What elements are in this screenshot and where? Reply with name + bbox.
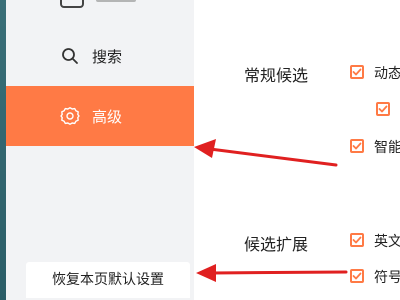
arrow-to-restore-defaults — [196, 264, 348, 282]
arrow-to-advanced — [194, 139, 338, 167]
gear-icon — [60, 106, 80, 126]
option-label-smart: 智能 — [374, 140, 400, 156]
check-icon — [352, 68, 362, 76]
option-label-english: 英文 — [374, 234, 400, 250]
sidebar-item-search[interactable]: 搜索 — [6, 26, 194, 86]
check-icon — [352, 272, 362, 280]
section-title-candidate-extension: 候选扩展 — [244, 235, 309, 254]
option-label-symbol: 符号 — [374, 270, 400, 286]
search-icon — [60, 46, 80, 66]
check-icon — [352, 142, 362, 150]
checkbox-dynamic[interactable] — [350, 65, 364, 79]
sidebar-item-label: 高级 — [92, 107, 123, 126]
option-label-dynamic: 动态 — [374, 66, 400, 82]
checkbox-smart[interactable] — [350, 139, 364, 153]
home-icon — [60, 0, 84, 8]
check-icon — [352, 236, 362, 244]
checkbox-english[interactable] — [350, 233, 364, 247]
sidebar: 搜索 高级 恢复本页默认设置 — [6, 0, 194, 300]
sidebar-item-label: 搜索 — [92, 47, 123, 66]
sidebar-item-advanced[interactable]: 高级 — [6, 86, 194, 146]
check-icon — [378, 105, 388, 113]
section-title-regular-candidates: 常规候选 — [244, 66, 309, 85]
checkbox-sub-option[interactable] — [376, 102, 390, 116]
sidebar-item-partial-label — [96, 0, 136, 2]
restore-defaults-button[interactable]: 恢复本页默认设置 — [26, 262, 190, 298]
checkbox-symbol[interactable] — [350, 269, 364, 283]
